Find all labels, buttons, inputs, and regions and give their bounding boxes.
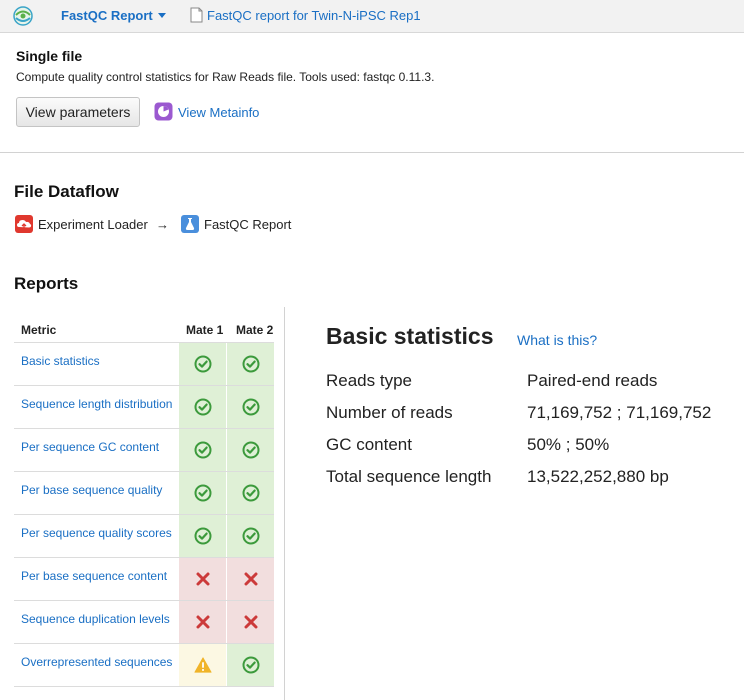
table-row: Overrepresented sequences — [14, 643, 274, 686]
mate2-status-cell — [227, 601, 274, 643]
cross-icon — [244, 572, 257, 586]
mate2-status-cell — [227, 558, 274, 600]
cross-icon — [196, 572, 209, 586]
divider — [0, 152, 744, 153]
mate1-status-cell — [179, 386, 226, 428]
view-parameters-button[interactable]: View parameters — [16, 97, 140, 127]
table-row: Basic statistics — [14, 342, 274, 385]
table-row: Sequence duplication levels — [14, 600, 274, 643]
table-row: Per base sequence quality — [14, 471, 274, 514]
gc-content-label: GC content — [326, 435, 412, 454]
mate1-status-cell — [179, 343, 226, 385]
mate2-status-cell — [227, 386, 274, 428]
basic-statistics-title: Basic statistics — [326, 323, 494, 349]
table-row: Sequence length distribution — [14, 385, 274, 428]
table-row: Per base sequence content — [14, 557, 274, 600]
fastqc-report-icon — [181, 215, 199, 233]
table-bottom-border — [14, 686, 274, 687]
table-row: Per sequence GC content — [14, 428, 274, 471]
dataflow-arrow: → — [156, 217, 169, 232]
dataflow-title: File Dataflow — [14, 182, 119, 201]
document-icon — [190, 7, 203, 23]
metric-column-header: Metric — [21, 323, 57, 337]
mate1-status-cell — [179, 601, 226, 643]
mate2-status-cell — [227, 644, 274, 686]
check-circle-icon — [194, 355, 211, 373]
metainfo-icon[interactable] — [154, 102, 173, 121]
dataflow-target[interactable]: FastQC Report — [204, 217, 291, 232]
app-menu-button[interactable]: FastQC Report — [61, 8, 153, 23]
metric-link[interactable]: Sequence duplication levels — [21, 612, 170, 626]
check-circle-icon — [242, 656, 259, 674]
metric-link[interactable]: Overrepresented sequences — [21, 655, 172, 669]
warning-icon — [193, 657, 212, 673]
check-circle-icon — [242, 484, 259, 502]
mate1-status-cell — [179, 472, 226, 514]
what-is-this-link[interactable]: What is this? — [517, 332, 597, 348]
reports-title: Reports — [14, 274, 79, 293]
table-row: Per sequence quality scores — [14, 514, 274, 557]
mate2-status-cell — [227, 343, 274, 385]
check-circle-icon — [194, 398, 211, 416]
view-metainfo-link[interactable]: View Metainfo — [178, 105, 259, 120]
reads-type-label: Reads type — [326, 371, 412, 390]
gc-content-value: 50% ; 50% — [527, 435, 610, 454]
metric-link[interactable]: Per sequence GC content — [21, 440, 159, 454]
total-sequence-length-value: 13,522,252,880 bp — [527, 467, 669, 486]
metric-link[interactable]: Per sequence quality scores — [21, 526, 172, 540]
top-bar: FastQC Report FastQC report for Twin-N-i… — [0, 0, 744, 33]
mate2-status-cell — [227, 429, 274, 471]
mate1-status-cell — [179, 515, 226, 557]
metric-link[interactable]: Sequence length distribution — [21, 397, 172, 411]
mate1-status-cell — [179, 558, 226, 600]
mate2-status-cell — [227, 472, 274, 514]
metric-link[interactable]: Basic statistics — [21, 354, 100, 368]
number-of-reads-label: Number of reads — [326, 403, 453, 422]
cross-icon — [244, 615, 257, 629]
check-circle-icon — [194, 484, 211, 502]
check-circle-icon — [194, 527, 211, 545]
check-circle-icon — [242, 527, 259, 545]
total-sequence-length-label: Total sequence length — [326, 467, 492, 486]
metric-link[interactable]: Per base sequence quality — [21, 483, 162, 497]
mate1-status-cell — [179, 429, 226, 471]
check-circle-icon — [242, 355, 259, 373]
check-circle-icon — [242, 398, 259, 416]
panel-divider — [284, 307, 285, 700]
mate2-status-cell — [227, 515, 274, 557]
breadcrumb[interactable]: FastQC report for Twin-N-iPSC Rep1 — [207, 8, 421, 23]
metric-link[interactable]: Per base sequence content — [21, 569, 167, 583]
single-file-description: Compute quality control statistics for R… — [16, 70, 435, 84]
reads-type-value: Paired-end reads — [527, 371, 658, 390]
mate1-status-cell — [179, 644, 226, 686]
cross-icon — [196, 615, 209, 629]
check-circle-icon — [242, 441, 259, 459]
mate1-column-header: Mate 1 — [186, 323, 224, 337]
experiment-loader-icon — [15, 215, 33, 233]
check-circle-icon — [194, 441, 211, 459]
mate2-column-header: Mate 2 — [236, 323, 274, 337]
app-logo-icon[interactable] — [13, 6, 33, 26]
number-of-reads-value: 71,169,752 ; 71,169,752 — [527, 403, 712, 422]
chevron-down-icon[interactable] — [158, 13, 166, 18]
dataflow-source[interactable]: Experiment Loader — [38, 217, 148, 232]
single-file-title: Single file — [16, 48, 83, 64]
